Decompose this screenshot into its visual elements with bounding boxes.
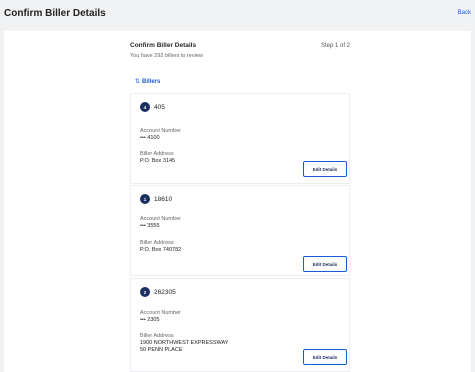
biller-address-line: P.O. Box 3145 (140, 158, 176, 164)
biller-id: 405 (154, 103, 165, 111)
page-title: Confirm Biller Details (4, 7, 106, 19)
sort-label: Billers (142, 78, 161, 85)
account-number-value: ••• 4100 (140, 135, 160, 141)
top-bar: Confirm Biller Details Back (0, 0, 475, 26)
biller-number-badge: 4 (140, 102, 150, 112)
biller-id: 18610 (154, 195, 173, 203)
edit-details-button[interactable]: Edit Details (303, 161, 347, 177)
account-number-label: Account Number (140, 128, 181, 134)
biller-address-label: Biller Address (140, 240, 174, 246)
biller-number-badge: 1 (140, 194, 150, 204)
biller-card: 1 18610 Account Number ••• 3555 Biller A… (130, 185, 350, 276)
account-number-value: ••• 3555 (140, 223, 160, 229)
biller-address-label: Biller Address (140, 333, 174, 339)
review-header: Confirm Biller Details Step 1 of 2 You h… (130, 42, 350, 59)
biller-card: 2 262305 Account Number ••• 2305 Biller … (130, 278, 350, 372)
edit-details-button[interactable]: Edit Details (303, 256, 347, 272)
biller-address-line: P.O. Box 740782 (140, 247, 182, 253)
account-number-label: Account Number (140, 310, 181, 316)
step-indicator: Step 1 of 2 (320, 43, 350, 49)
biller-address-line: 1900 NORTHWEST EXPRESSWAY (140, 340, 229, 346)
section-title: Confirm Biller Details (130, 42, 197, 49)
account-number-label: Account Number (140, 216, 181, 222)
account-number-value: ••• 2305 (140, 317, 160, 323)
billers-count-text: You have 292 billers to review (130, 53, 203, 59)
back-link[interactable]: Back (458, 10, 471, 16)
sort-billers-toggle[interactable]: ⇅ Billers (135, 78, 161, 86)
biller-id: 262305 (154, 288, 176, 296)
biller-number-badge: 2 (140, 287, 150, 297)
main-panel: Confirm Biller Details Step 1 of 2 You h… (4, 31, 471, 372)
biller-card: 4 405 Account Number ••• 4100 Biller Add… (130, 93, 350, 184)
biller-address-label: Biller Address (140, 151, 174, 157)
edit-details-button[interactable]: Edit Details (303, 349, 347, 365)
biller-address-line: 50 PENN PLACE (140, 347, 183, 353)
sort-icon: ⇅ (135, 79, 141, 85)
